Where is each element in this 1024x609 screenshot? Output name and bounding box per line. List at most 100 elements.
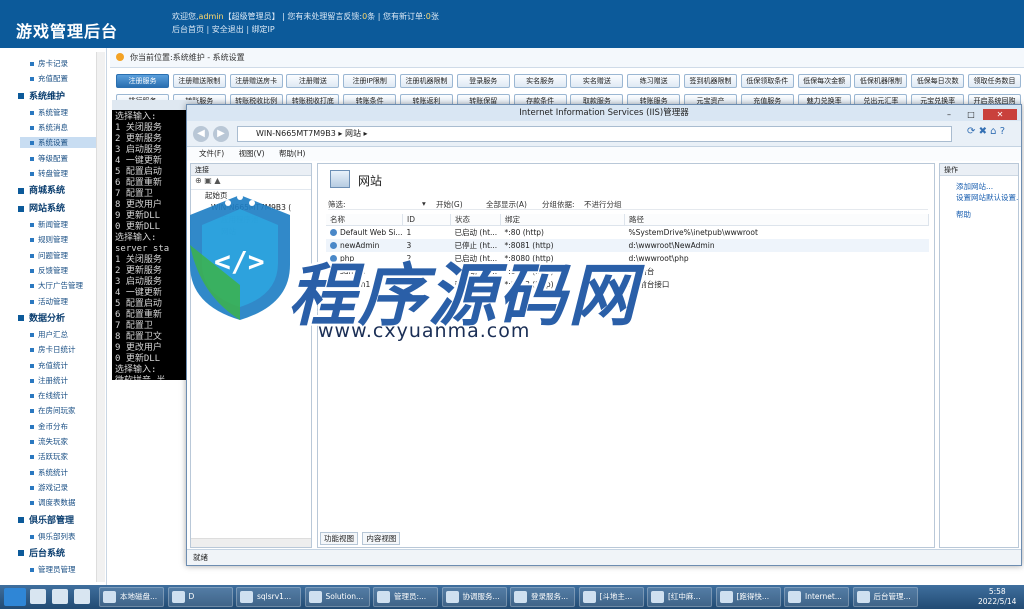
sidebar-item[interactable]: 充值统计	[30, 360, 68, 371]
address-field[interactable]: WIN-N665MT7M9B3 ▸ 网站 ▸	[237, 126, 952, 142]
sidebar-item[interactable]: 在线统计	[30, 390, 68, 401]
sidebar-item[interactable]: 充值配置	[30, 73, 68, 84]
sidebar-item[interactable]: 房卡记录	[30, 58, 68, 69]
help-link[interactable]: 帮助	[940, 209, 1018, 220]
filter-start-button[interactable]: 开始(G)	[436, 199, 463, 210]
menu-help[interactable]: 帮助(H)	[279, 149, 306, 158]
settings-tab[interactable]: 练习赠送	[627, 74, 681, 88]
sidebar-item[interactable]: 在房间玩家	[30, 405, 76, 416]
settings-tab[interactable]: 注册IP限制	[343, 74, 397, 88]
server-manager-icon[interactable]	[30, 589, 46, 604]
table-row[interactable]: Default Web Si... 1 已启动 (ht... *:80 (http)%…	[326, 226, 929, 239]
filter-dropdown-icon[interactable]: ▾	[422, 199, 426, 208]
forward-icon[interactable]: ▶	[213, 126, 229, 142]
col-path[interactable]: 路径	[624, 214, 930, 226]
connections-scrollbar[interactable]	[191, 538, 311, 547]
home-icon[interactable]: ⌂	[990, 126, 996, 137]
col-name[interactable]: 名称	[326, 214, 404, 226]
settings-tab[interactable]: 实名赠送	[570, 74, 624, 88]
features-view-tab[interactable]: 功能视图	[320, 532, 358, 545]
taskbar-item[interactable]: [跑得快...	[715, 587, 781, 607]
bind-ip-link[interactable]: 绑定IP	[252, 25, 275, 34]
settings-tab[interactable]: 低保机器限制	[854, 74, 908, 88]
sidebar-item[interactable]: 系统消息	[30, 122, 68, 133]
show-all-button[interactable]: 全部显示(A)	[486, 199, 527, 210]
minimize-icon[interactable]: –	[939, 109, 959, 120]
up-icon[interactable]: ▲	[214, 176, 220, 185]
sidebar-item[interactable]: 系统设置	[20, 137, 96, 149]
settings-tab[interactable]: 领取任务数目	[968, 74, 1021, 88]
settings-tab[interactable]: 签到机器限制	[684, 74, 737, 88]
sidebar-item[interactable]: 系统统计	[30, 467, 68, 478]
taskbar-item[interactable]: 协调服务...	[441, 587, 507, 607]
powershell-icon[interactable]	[52, 589, 68, 604]
sidebar-item[interactable]: 注册统计	[30, 375, 68, 386]
sidebar-section[interactable]: 后台系统	[18, 546, 65, 559]
cmd-window-titlebar[interactable]	[112, 100, 197, 110]
sidebar-item[interactable]: 调度表数据	[30, 497, 76, 508]
taskbar-item[interactable]: sqlsrv1...	[236, 587, 301, 607]
col-status[interactable]: 状态	[450, 214, 502, 226]
sidebar-item[interactable]: 管理员管理	[30, 564, 76, 575]
sidebar-item[interactable]: 活跃玩家	[30, 451, 68, 462]
connect-icon[interactable]: ⊕	[195, 176, 202, 185]
settings-tab[interactable]: 登录服务	[456, 74, 510, 88]
taskbar-item[interactable]: Internet...	[784, 587, 849, 607]
sidebar-item[interactable]: 俱乐部列表	[30, 531, 76, 542]
settings-tab[interactable]: 实名服务	[513, 74, 567, 88]
maximize-icon[interactable]: □	[961, 109, 981, 120]
settings-tab[interactable]: 低保领取条件	[740, 74, 794, 88]
sidebar-item[interactable]: 金币分布	[30, 421, 68, 432]
sidebar-item[interactable]: 规则管理	[30, 234, 68, 245]
taskbar-item[interactable]: Solution...	[304, 587, 370, 607]
set-defaults-link[interactable]: 设置网站默认设置...	[940, 192, 1018, 203]
add-site-link[interactable]: 添加网站...	[940, 181, 1018, 192]
sidebar-item[interactable]: 流失玩家	[30, 436, 68, 447]
explorer-icon[interactable]	[74, 589, 90, 604]
sidebar-section[interactable]: 俱乐部管理	[18, 513, 74, 526]
group-by-select[interactable]: 不进行分组	[584, 199, 622, 210]
taskbar-item[interactable]: 管理员:...	[373, 587, 438, 607]
taskbar-item[interactable]: [红中麻...	[647, 587, 712, 607]
home-link[interactable]: 后台首页	[172, 25, 204, 34]
save-icon[interactable]: ▣	[204, 176, 212, 185]
settings-tab[interactable]: 注册服务	[116, 74, 169, 88]
sidebar-scrollbar[interactable]	[96, 52, 105, 582]
clock[interactable]: 5:58 2022/5/14	[978, 587, 1016, 607]
col-binding[interactable]: 绑定	[500, 214, 626, 226]
sidebar-item[interactable]: 转盘管理	[30, 168, 68, 179]
settings-tab[interactable]: 注册机器限制	[400, 74, 453, 88]
sidebar-section[interactable]: 数据分析	[18, 311, 65, 324]
close-icon[interactable]: ✕	[983, 109, 1017, 120]
settings-tab[interactable]: 注册赠送限制	[172, 74, 226, 88]
content-view-tab[interactable]: 内容视图	[362, 532, 401, 545]
iis-titlebar[interactable]: Internet Information Services (IIS)管理器 –…	[187, 105, 1021, 121]
col-id[interactable]: ID	[402, 214, 452, 226]
taskbar-item[interactable]: [斗地主...	[578, 587, 644, 607]
taskbar-item[interactable]: 登录服务...	[510, 587, 575, 607]
logout-link[interactable]: 安全退出	[212, 25, 244, 34]
menu-file[interactable]: 文件(F)	[199, 149, 224, 158]
taskbar-item[interactable]: D	[167, 587, 233, 607]
sidebar-item[interactable]: 用户汇总	[30, 329, 68, 340]
sidebar-item[interactable]: 游戏记录	[30, 482, 68, 493]
stop-icon[interactable]: ✖	[979, 126, 987, 137]
sidebar-item[interactable]: 新闻管理	[30, 219, 68, 230]
sidebar-item[interactable]: 反馈管理	[30, 265, 68, 276]
start-button[interactable]	[4, 588, 26, 606]
help-icon[interactable]: ?	[1000, 126, 1005, 137]
settings-tab[interactable]: 低保每日次数	[911, 74, 965, 88]
sidebar-item[interactable]: 大厅广告管理	[30, 280, 83, 291]
sidebar-item[interactable]: 活动管理	[30, 296, 68, 307]
sidebar-item[interactable]: 房卡日统计	[30, 344, 76, 355]
taskbar-item[interactable]: 后台管理...	[852, 587, 918, 607]
settings-tab[interactable]: 注册赠送	[286, 74, 340, 88]
menu-view[interactable]: 视图(V)	[239, 149, 265, 158]
settings-tab[interactable]: 低保每次金额	[797, 74, 851, 88]
sidebar-section[interactable]: 网站系统	[18, 201, 65, 214]
back-icon[interactable]: ◀	[193, 126, 209, 142]
sidebar-item[interactable]: 等级配置	[30, 153, 68, 164]
settings-tab[interactable]: 注册赠送房卡	[229, 74, 283, 88]
sidebar-item[interactable]: 问题管理	[30, 250, 68, 261]
refresh-icon[interactable]: ⟳	[967, 126, 975, 137]
